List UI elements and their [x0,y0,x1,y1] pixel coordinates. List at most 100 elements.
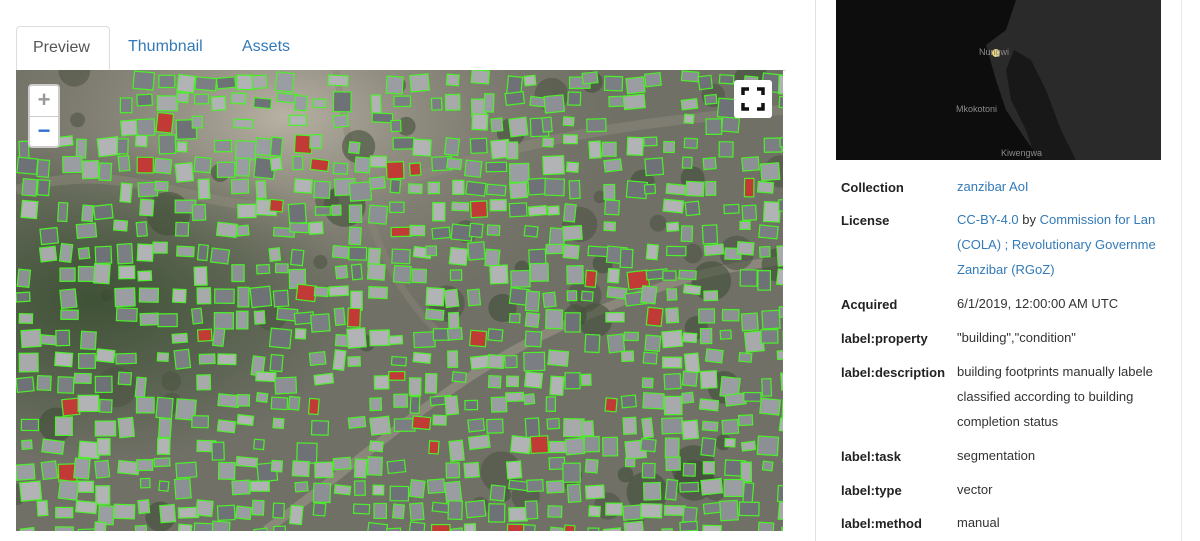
building-footprint [58,242,74,263]
building-footprint [96,136,121,158]
building-footprint [55,329,71,347]
building-footprint [701,420,719,432]
building-footprint [466,288,482,307]
building-footprint [529,435,550,455]
building-footprint [486,224,501,237]
building-footprint [36,500,49,517]
building-footprint [98,162,113,182]
building-footprint [542,291,557,309]
building-footprint [274,71,295,93]
overview-map[interactable]: Nungwi Mkokotoni Kiwengwa [836,0,1161,160]
building-footprint [194,76,218,92]
building-footprint [564,312,581,333]
building-footprint [366,262,386,281]
building-footprint [210,95,227,112]
building-footprint [138,287,160,303]
building-footprint [698,308,716,324]
building-footprint [217,353,237,366]
tab-assets[interactable]: Assets [226,26,324,70]
building-footprint [581,71,599,85]
building-footprint [601,436,619,457]
building-footprint [176,141,188,153]
aerial-imagery [16,70,783,531]
building-footprint [758,245,771,258]
building-footprint [21,439,33,450]
org-link-rgoz[interactable]: Zanzibar (RGoZ) [957,262,1055,277]
building-footprint [294,481,309,493]
building-footprint [662,198,685,214]
building-footprint [291,460,311,478]
license-link[interactable]: CC-BY-4.0 [957,212,1019,227]
building-footprint [523,224,539,238]
building-footprint [681,419,700,441]
building-footprint [485,161,508,173]
collection-link-text[interactable]: zanzibar AoI [957,179,1029,194]
building-footprint [487,354,505,370]
building-footprint [350,290,363,311]
building-footprint [545,243,564,255]
building-footprint [77,246,91,260]
zoom-out-button[interactable]: − [30,117,58,147]
building-footprint [390,355,408,367]
org-link-cola[interactable]: Commission for Lan [1040,212,1156,227]
building-footprint [312,502,327,517]
building-footprint [367,204,389,225]
building-footprint [542,137,555,148]
building-footprint [346,327,367,349]
building-footprint [191,203,207,222]
building-footprint [526,479,544,493]
method-value: manual [957,515,1000,530]
building-footprint [761,309,781,330]
building-footprint [505,375,520,388]
building-footprint [272,502,285,519]
building-footprint [490,396,508,413]
building-footprint [39,226,60,246]
building-footprint [684,200,701,217]
building-footprint [158,480,170,492]
building-footprint [292,155,304,171]
building-footprint [508,202,528,218]
building-footprint [155,396,174,420]
building-footprint [117,371,133,386]
building-footprint [370,94,382,115]
building-footprint [237,286,250,308]
fullscreen-button[interactable] [734,80,772,118]
building-footprint [567,91,582,106]
building-footprint [249,285,273,309]
description-value: building footprints manually labele clas… [957,359,1170,434]
building-footprint [606,286,628,300]
building-footprint [57,479,80,501]
building-footprint [369,155,388,168]
building-footprint [485,183,507,197]
building-footprint [699,370,718,389]
building-footprint [94,245,113,265]
collection-link[interactable]: zanzibar AoI [957,174,1170,199]
building-footprint [645,306,664,327]
building-footprint [411,415,432,431]
building-footprint [36,158,51,178]
building-footprint [390,119,402,133]
zoom-in-button[interactable]: + [30,86,58,117]
building-footprint [603,183,616,201]
building-footprint [601,141,617,157]
building-footprint [54,416,73,437]
map-preview[interactable]: + − [16,70,783,531]
building-footprint [393,95,412,108]
tab-preview[interactable]: Preview [16,26,110,71]
building-footprint [580,373,592,387]
building-footprint [196,243,209,262]
building-footprint [642,392,665,410]
org-link-cola-cont[interactable]: (COLA) ; Revolutionary Governme [957,237,1156,252]
building-footprint [524,330,543,348]
building-footprint [332,162,349,175]
building-footprint [683,113,695,125]
building-footprint [136,156,155,174]
building-footprint [779,136,783,148]
building-footprint [18,313,34,324]
description-line: building footprints manually labele [957,364,1153,379]
building-footprint [431,202,446,222]
building-footprint [488,503,506,523]
building-footprint [348,181,373,202]
tab-thumbnail[interactable]: Thumbnail [112,26,224,70]
building-footprint [681,156,693,169]
